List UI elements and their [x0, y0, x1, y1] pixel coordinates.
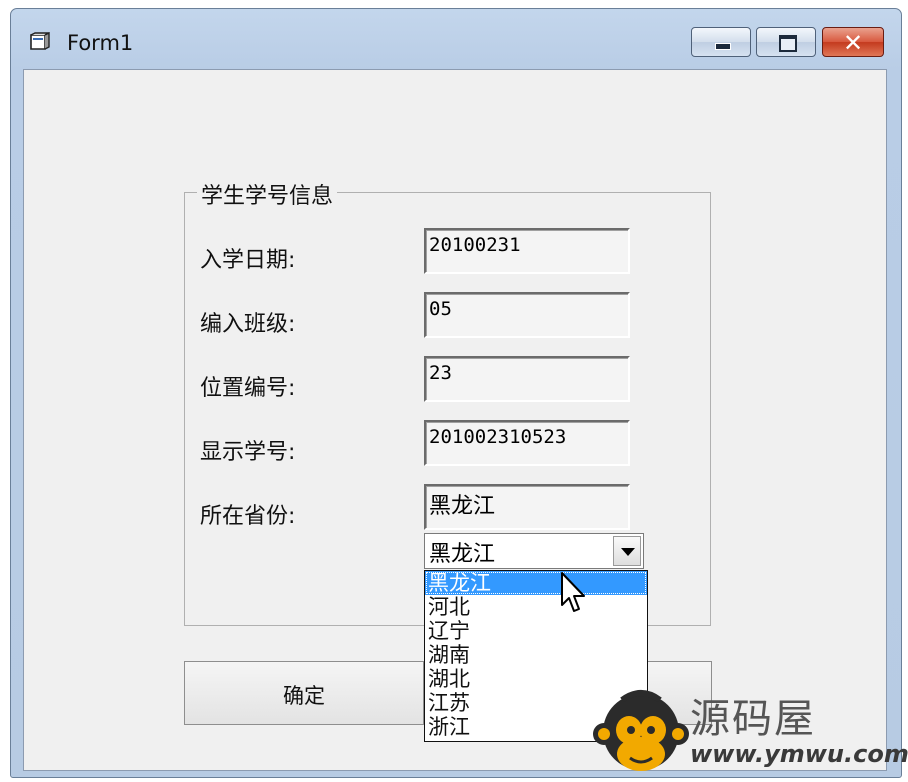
list-item[interactable]: 河北 — [428, 595, 470, 619]
list-item[interactable]: 江苏 — [428, 691, 470, 715]
window-title: Form1 — [67, 31, 134, 55]
combobox-selected: 黑龙江 — [429, 542, 496, 567]
maximize-button[interactable] — [756, 27, 816, 57]
list-item[interactable]: 浙江 — [428, 715, 470, 739]
close-icon: ✕ — [842, 29, 864, 57]
watermark: 源码屋 www.ymwu.com — [590, 678, 908, 782]
title-bar[interactable]: Form1 ✕ — [11, 9, 901, 69]
form-client-area: 学生学号信息 入学日期: 20100231 编入班级: 05 位置编号: 23 … — [23, 69, 887, 771]
list-item[interactable]: 湖北 — [428, 667, 470, 691]
class-input[interactable]: 05 — [424, 292, 630, 338]
watermark-url: www.ymwu.com — [690, 740, 908, 768]
list-item[interactable]: 湖南 — [428, 643, 470, 667]
maximize-icon — [779, 35, 797, 52]
class-label: 编入班级: — [200, 312, 296, 337]
enrollment-date-input[interactable]: 20100231 — [424, 228, 630, 274]
ok-button-label: 确定 — [283, 684, 325, 708]
seat-number-label: 位置编号: — [200, 376, 296, 401]
province-label: 所在省份: — [200, 504, 296, 529]
student-id-label: 显示学号: — [200, 440, 296, 465]
province-combobox[interactable]: 黑龙江 — [424, 533, 644, 569]
form-icon — [30, 32, 50, 50]
mouse-pointer-icon — [561, 572, 585, 612]
student-id-input[interactable]: 201002310523 — [424, 420, 630, 466]
close-button[interactable]: ✕ — [822, 27, 884, 57]
minimize-button[interactable] — [691, 27, 751, 57]
app-window: Form1 ✕ 学生学号信息 入学日期: 20100231 编入班级: 05 位… — [10, 8, 902, 778]
ok-button[interactable]: 确定 — [184, 661, 424, 725]
seat-number-input[interactable]: 23 — [424, 356, 630, 402]
groupbox-title: 学生学号信息 — [197, 178, 338, 210]
monkey-logo-icon — [593, 690, 689, 771]
minimize-icon — [715, 43, 731, 50]
enrollment-date-label: 入学日期: — [200, 248, 296, 273]
chevron-down-icon[interactable] — [613, 536, 641, 566]
watermark-name: 源码屋 — [690, 696, 816, 742]
province-input[interactable]: 黑龙江 — [424, 484, 630, 530]
list-item[interactable]: 辽宁 — [428, 619, 470, 643]
list-item[interactable]: 黑龙江 — [425, 571, 647, 595]
